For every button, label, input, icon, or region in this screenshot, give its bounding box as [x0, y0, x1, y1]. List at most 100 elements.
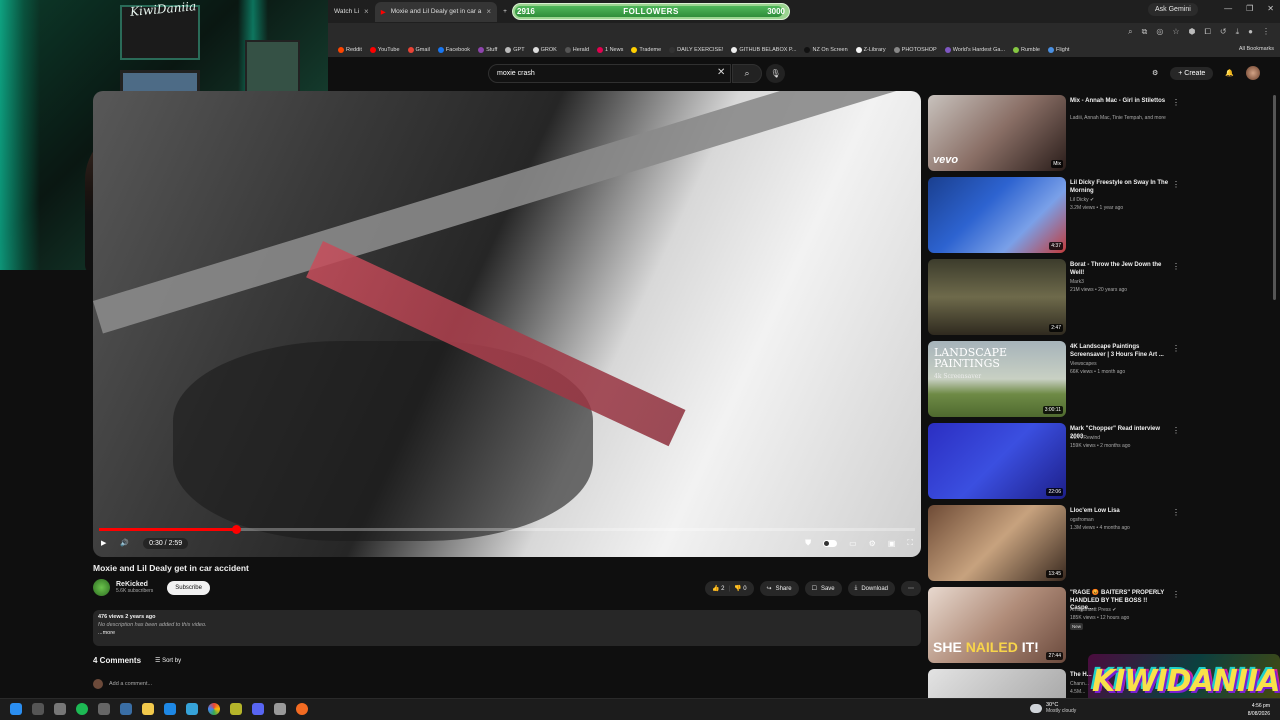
recommendation-channel[interactable]: Viewscapes	[1070, 361, 1097, 367]
video-thumbnail[interactable]: LANDSCAPE PAINTINGS 4k Screensaver 3:00:11	[928, 341, 1066, 417]
video-thumbnail[interactable]: 22:06	[928, 423, 1066, 499]
minimize-icon[interactable]: —	[1224, 4, 1232, 13]
video-thumbnail[interactable]: 2:47	[928, 259, 1066, 335]
close-tab-icon[interactable]: ×	[364, 7, 369, 16]
dislike-button[interactable]: 👎 0	[734, 585, 747, 592]
close-tab-icon[interactable]: ×	[486, 7, 491, 16]
studio-icon[interactable]: ⚙	[1152, 69, 1158, 77]
play-icon[interactable]: ▶	[101, 539, 106, 547]
recommendation-title[interactable]: Lloc'em Low Lisa	[1070, 508, 1170, 516]
captions-icon[interactable]: ▭	[849, 539, 857, 548]
bookmark-item[interactable]: PHOTOSHOP	[893, 47, 937, 53]
weather-widget[interactable]: 30°C Mostly cloudy	[1030, 702, 1076, 714]
bookmark-item[interactable]: World's Hardest Ga...	[944, 47, 1005, 53]
bookmark-item[interactable]: 1 News	[597, 47, 623, 53]
bookmark-item[interactable]: YouTube	[369, 47, 400, 53]
create-button[interactable]: + Create	[1170, 66, 1214, 80]
notifications-icon[interactable]: 🔔	[1225, 69, 1234, 77]
show-more-link[interactable]: ...more	[98, 630, 916, 636]
chrome-icon[interactable]	[208, 703, 220, 715]
task-view-icon[interactable]	[32, 703, 44, 715]
bookmark-item[interactable]: DAILY EXERCISE!	[669, 47, 723, 53]
recommendation-item[interactable]: SHE NAILED IT! 27:44 "RAGE 😡 BAITERS" PROP…	[928, 585, 1188, 663]
settings-app-icon[interactable]	[98, 703, 110, 715]
more-vertical-icon[interactable]: ⋮	[1172, 98, 1180, 107]
recommendation-channel[interactable]: ogsfroman	[1070, 517, 1094, 523]
channel-avatar[interactable]	[93, 579, 110, 596]
sort-by-button[interactable]: ☰ Sort by	[155, 657, 181, 664]
miniplayer-icon[interactable]: ▣	[888, 539, 896, 548]
progress-scrubber[interactable]	[231, 525, 241, 534]
spotify-icon[interactable]	[76, 703, 88, 715]
channel-name[interactable]: ReKicked	[116, 581, 153, 588]
sponsor-shield-icon[interactable]: ⛊	[805, 538, 811, 548]
bookmark-item[interactable]: GPT	[505, 47, 525, 53]
bookmark-item[interactable]: GROK	[532, 47, 557, 53]
new-tab-button[interactable]: +	[497, 2, 513, 22]
more-vertical-icon[interactable]: ⋮	[1172, 344, 1180, 353]
recommendation-item[interactable]: 22:06 Mark "Chopper" Read interview 2003 O…	[928, 421, 1188, 499]
bookmark-item[interactable]: NZ On Screen	[804, 47, 848, 53]
recommendation-channel[interactable]: Mark3	[1070, 279, 1084, 285]
video-thumbnail[interactable]: vevo Mix	[928, 95, 1066, 171]
app-icon[interactable]	[274, 703, 286, 715]
autoplay-toggle[interactable]	[823, 539, 838, 547]
more-vertical-icon[interactable]: ⋮	[1172, 508, 1180, 517]
cast-icon[interactable]: ⧉	[1142, 27, 1148, 37]
close-window-icon[interactable]: ✕	[1267, 4, 1274, 13]
bookmark-item[interactable]: Trademe	[631, 47, 661, 53]
video-thumbnail[interactable]: 4:37	[928, 177, 1066, 253]
bookmark-item[interactable]: Herald	[564, 47, 589, 53]
subscribe-button[interactable]: Subscribe	[167, 580, 210, 595]
video-thumbnail[interactable]: 13:45	[928, 505, 1066, 581]
recommendation-item[interactable]: vevo Mix Mix - Annah Mac - Girl in Stilett…	[928, 93, 1188, 171]
bookmark-item[interactable]: Z-Library	[855, 47, 886, 53]
history-icon[interactable]: ↺	[1220, 27, 1227, 37]
ask-gemini-button[interactable]: Ask Gemini	[1148, 3, 1198, 16]
add-comment-input[interactable]: Add a comment...	[109, 681, 152, 687]
recommendation-item[interactable]: 13:45 Lloc'em Low Lisa ogsfroman 1.3M views…	[928, 503, 1188, 581]
volume-icon[interactable]: 🔊	[120, 539, 129, 547]
bookmark-item[interactable]: GITHUB BELABOX P...	[731, 47, 796, 53]
more-vertical-icon[interactable]: ⋮	[1172, 180, 1180, 189]
bookmark-item[interactable]: Gmail	[407, 47, 430, 53]
more-actions-button[interactable]: ⋯	[901, 581, 921, 596]
all-bookmarks[interactable]: All Bookmarks	[1239, 46, 1274, 52]
extension-icon[interactable]: ⬢	[1189, 27, 1196, 37]
recommendation-item[interactable]: 4:37 Lil Dicky Freestyle on Sway In The M…	[928, 175, 1188, 253]
app-icon[interactable]	[296, 703, 308, 715]
zoom-icon[interactable]: ⌕	[1128, 27, 1132, 37]
recommendation-channel[interactable]: Ladiii, Annah Mac, Tinie Tempah, and mor…	[1070, 115, 1166, 121]
more-vertical-icon[interactable]: ⋮	[1172, 590, 1180, 599]
avatar[interactable]	[1246, 66, 1260, 80]
video-thumbnail[interactable]: SHE NAILED IT! 27:44	[928, 587, 1066, 663]
maximize-icon[interactable]: ❐	[1246, 4, 1253, 13]
tab-watch-live[interactable]: Watch Li ×	[328, 2, 375, 22]
more-vertical-icon[interactable]: ⋮	[1172, 262, 1180, 271]
extensions-puzzle-icon[interactable]: ⧠	[1205, 27, 1211, 37]
bookmark-star-icon[interactable]: ☆	[1172, 27, 1179, 37]
recommendation-item[interactable]: LANDSCAPE PAINTINGS 4k Screensaver 3:00:11 4…	[928, 339, 1188, 417]
bookmark-item[interactable]: Stuff	[478, 47, 497, 53]
save-button[interactable]: ☐ Save	[804, 581, 842, 596]
app-icon[interactable]	[230, 703, 242, 715]
tab-youtube-video[interactable]: ▶ Moxie and Lil Dealy get in car a ×	[374, 1, 498, 22]
recommendation-channel[interactable]: OZTVRewind	[1070, 435, 1100, 441]
download-icon[interactable]: ⤓	[1236, 27, 1240, 37]
menu-kebab-icon[interactable]: ⋮	[1262, 27, 1270, 37]
recommendation-title[interactable]: Lil Dicky Freestyle on Sway In The Morni…	[1070, 180, 1170, 195]
recommendation-title[interactable]: Mix - Annah Mac - Girl in Stilettos	[1070, 98, 1170, 106]
bookmark-item[interactable]: Facebook	[437, 47, 470, 53]
share-button[interactable]: ↪ Share	[759, 581, 799, 596]
bookmark-item[interactable]: Flight	[1047, 47, 1069, 53]
recommendation-title[interactable]: Borat - Throw the Jew Down the Well!	[1070, 262, 1170, 277]
search-button[interactable]: ⌕	[732, 64, 762, 83]
bookmark-item[interactable]: Rumble	[1013, 47, 1040, 53]
start-icon[interactable]	[10, 703, 22, 715]
voice-search-icon[interactable]: 🎙	[766, 64, 785, 83]
download-button[interactable]: ⤓ Download	[847, 581, 895, 596]
recommendation-channel[interactable]: Chann...	[1070, 681, 1089, 687]
profile-icon[interactable]: ●	[1248, 27, 1253, 37]
fullscreen-icon[interactable]: ⛶	[907, 538, 913, 548]
clear-search-icon[interactable]: ✕	[717, 67, 725, 78]
